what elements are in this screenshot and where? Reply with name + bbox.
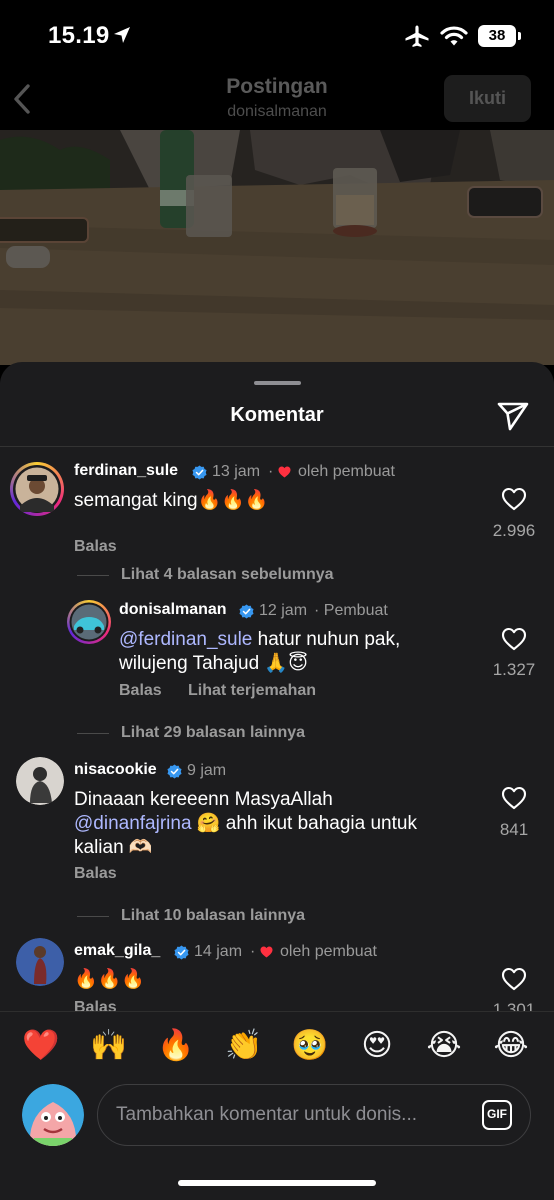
- comment-text-part: hatur nuhun pak,: [252, 629, 401, 650]
- by-creator-label: oleh pembuat: [298, 463, 395, 480]
- replies-line: [77, 916, 109, 917]
- comment-text: semangat king🔥🔥🔥: [74, 490, 269, 511]
- emoji-tears-of-joy[interactable]: 😂: [489, 1026, 533, 1066]
- comment-time: 9 jam: [187, 762, 227, 779]
- like-heart-icon[interactable]: [501, 967, 527, 991]
- reply-button[interactable]: Balas: [74, 865, 117, 883]
- gif-button[interactable]: GIF: [482, 1100, 512, 1130]
- comments-sheet: Komentar ferdinan_sule 13 jam · oleh pem…: [0, 362, 554, 1200]
- comment-time: 14 jam: [194, 943, 243, 960]
- comment-text-line: wilujeng Tahajud 🙏😇: [119, 653, 308, 674]
- emoji-clapping[interactable]: 👏: [222, 1026, 266, 1066]
- like-heart-icon[interactable]: [501, 627, 527, 651]
- verified-badge-icon: [239, 604, 254, 619]
- comment-username[interactable]: donisalmanan: [119, 601, 227, 619]
- reply-button[interactable]: Balas: [74, 538, 117, 556]
- like-heart-icon[interactable]: [501, 487, 527, 511]
- emoji-heart-eyes[interactable]: 😍: [355, 1026, 399, 1066]
- follow-button[interactable]: Ikuti: [444, 75, 531, 122]
- comment-text-line: Dinaaan kereeenn MasyaAllah: [74, 789, 333, 810]
- mention-link[interactable]: @ferdinan_sule: [119, 629, 252, 650]
- status-time: 15.19: [48, 22, 110, 49]
- creator-liked-heart-icon: [260, 946, 273, 958]
- share-paper-plane-icon[interactable]: [496, 400, 530, 432]
- comment-input-placeholder: Tambahkan komentar untuk donis...: [116, 1104, 418, 1125]
- airplane-mode-icon: [405, 25, 429, 47]
- emoji-bar-divider: [0, 1011, 554, 1012]
- avatar[interactable]: [10, 462, 64, 516]
- view-replies-link[interactable]: Lihat 29 balasan lainnya: [121, 724, 305, 742]
- avatar[interactable]: [16, 938, 64, 986]
- like-count: 2.996: [492, 521, 536, 540]
- by-creator-label: oleh pembuat: [280, 943, 377, 960]
- comment-text-line: @ferdinan_sule hatur nuhun pak,: [119, 628, 400, 652]
- comment-text: 🔥🔥🔥: [74, 969, 145, 990]
- post-photo-image: [0, 130, 554, 365]
- avatar[interactable]: [16, 757, 64, 805]
- emoji-heart[interactable]: ❤️: [19, 1026, 63, 1066]
- separator-dot: ·: [250, 943, 256, 960]
- reply-button[interactable]: Balas: [74, 999, 117, 1011]
- separator-dot: ·: [268, 463, 274, 480]
- sheet-title: Komentar: [230, 404, 324, 426]
- comment-list[interactable]: ferdinan_sule 13 jam · oleh pembuat sema…: [0, 447, 554, 1011]
- like-count: 1.301: [492, 1000, 536, 1011]
- view-replies-link[interactable]: Lihat 10 balasan lainnya: [121, 907, 305, 925]
- view-replies-link[interactable]: Lihat 4 balasan sebelumnya: [121, 566, 334, 584]
- like-count: 1.327: [492, 660, 536, 679]
- comment-text-line: @dinanfajrina 🤗 ahh ikut bahagia untuk: [74, 812, 417, 836]
- status-bar: 15.19 38: [0, 0, 554, 72]
- comment-input[interactable]: Tambahkan komentar untuk donis... GIF: [97, 1084, 531, 1146]
- emoji-fire[interactable]: 🔥: [154, 1026, 198, 1066]
- post-header: Postingan donisalmanan Ikuti: [0, 72, 554, 130]
- comment-username[interactable]: ferdinan_sule: [74, 462, 178, 480]
- verified-badge-icon: [167, 764, 182, 779]
- creator-label: · Pembuat: [314, 602, 388, 619]
- comment-text-part: 🤗 ahh ikut bahagia untuk: [191, 813, 417, 834]
- battery-indicator: 38: [478, 25, 516, 47]
- wifi-icon: [440, 26, 468, 46]
- creator-liked-heart-icon: [278, 466, 291, 478]
- emoji-crying[interactable]: 😭: [422, 1026, 466, 1066]
- avatar-image: [13, 465, 61, 513]
- emoji-holding-tears[interactable]: 🥹: [288, 1026, 332, 1066]
- comment-username[interactable]: emak_gila_: [74, 942, 160, 960]
- home-indicator: [178, 1180, 376, 1186]
- verified-badge-icon: [174, 945, 189, 960]
- avatar-image: [16, 757, 64, 805]
- current-user-avatar-image: [22, 1084, 84, 1146]
- post-photo: [0, 130, 554, 365]
- comment-time: 12 jam: [259, 602, 308, 619]
- avatar[interactable]: [67, 600, 111, 644]
- avatar-image: [16, 938, 64, 986]
- comment-username[interactable]: nisacookie: [74, 761, 157, 779]
- battery-nub: [518, 32, 521, 40]
- replies-line: [77, 733, 109, 734]
- mention-link[interactable]: @dinanfajrina: [74, 813, 192, 834]
- emoji-raised-hands[interactable]: 🙌: [87, 1026, 131, 1066]
- reply-button[interactable]: Balas: [119, 682, 162, 700]
- comment-text-line: kalian 🫶🏻: [74, 837, 153, 858]
- verified-badge-icon: [192, 465, 207, 480]
- sheet-grabber[interactable]: [254, 381, 301, 385]
- comment-time: 13 jam: [212, 463, 261, 480]
- like-heart-icon[interactable]: [501, 786, 527, 810]
- current-user-avatar: [22, 1084, 84, 1146]
- replies-line: [77, 575, 109, 576]
- see-translation-link[interactable]: Lihat terjemahan: [188, 682, 316, 700]
- like-count: 841: [499, 820, 529, 839]
- avatar-image: [69, 602, 109, 642]
- location-arrow-icon: [114, 27, 130, 43]
